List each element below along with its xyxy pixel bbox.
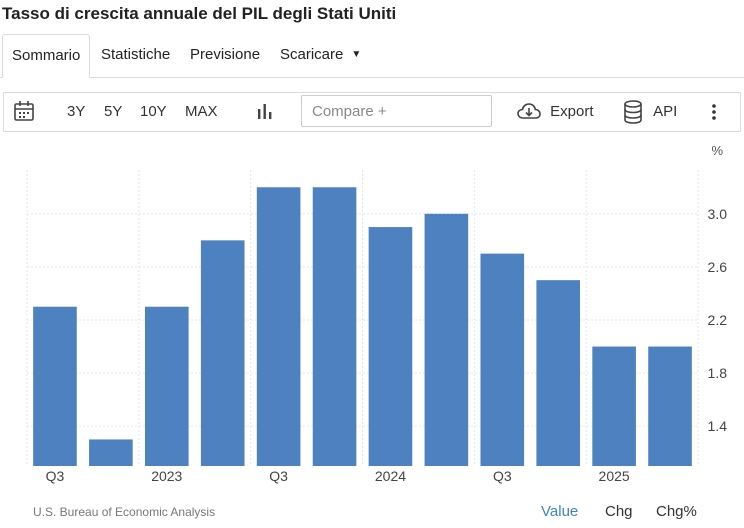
bar[interactable]	[33, 306, 77, 466]
x-tick-label: Q3	[493, 468, 512, 484]
bar[interactable]	[89, 439, 133, 466]
tab-label: Scaricare	[280, 46, 344, 63]
bar-chart-icon[interactable]	[256, 93, 274, 131]
x-tick-label: 2025	[599, 468, 630, 484]
y-tick-label: 2.6	[708, 259, 728, 275]
source-label: U.S. Bureau of Economic Analysis	[33, 505, 216, 519]
value-toggle[interactable]: Value	[541, 503, 578, 520]
bar[interactable]	[480, 253, 525, 466]
chart-toolbar: 3Y 5Y 10Y MAX Export API	[3, 92, 741, 132]
bar[interactable]	[144, 306, 189, 466]
bar[interactable]	[592, 346, 636, 466]
y-tick-label: 1.4	[708, 418, 728, 434]
x-tick-label: Q3	[46, 468, 65, 484]
bar-chart: 1.4 1.8 2.2 2.6 3.0 Q3 2023 Q3 2024 Q3 2025 %	[26, 143, 728, 484]
calendar-icon[interactable]	[14, 93, 36, 131]
y-tick-label: 1.8	[708, 365, 728, 381]
x-axis-ticks: Q3 2023 Q3 2024 Q3 2025	[46, 468, 630, 484]
tab-label: Sommario	[12, 47, 81, 64]
x-tick-label: 2024	[375, 468, 406, 484]
tab-bar: Sommario Statistiche Previsione Scaricar…	[0, 34, 744, 78]
y-tick-label: 3.0	[708, 206, 728, 222]
chg-toggle[interactable]: Chg	[605, 503, 633, 520]
tab-previsione[interactable]: Previsione	[190, 34, 260, 78]
database-icon	[624, 100, 642, 124]
x-tick-label: 2023	[151, 468, 182, 484]
tab-sommario[interactable]: Sommario	[2, 34, 91, 78]
y-axis-ticks: 1.4 1.8 2.2 2.6 3.0	[708, 206, 728, 434]
bar[interactable]	[648, 346, 692, 466]
y-tick-label: 2.2	[708, 312, 728, 328]
range-max-button[interactable]: MAX	[185, 93, 218, 131]
bar[interactable]	[536, 280, 581, 466]
export-label: Export	[550, 103, 594, 120]
caret-down-icon: ▼	[351, 49, 362, 61]
bar[interactable]	[368, 227, 413, 466]
tab-label: Statistiche	[101, 46, 171, 63]
tab-label: Previsione	[190, 46, 261, 63]
chart-area: 1.4 1.8 2.2 2.6 3.0 Q3 2023 Q3 2024 Q3 2025 %	[0, 132, 744, 490]
more-vertical-icon[interactable]	[710, 93, 718, 131]
bar[interactable]	[312, 187, 357, 466]
bar[interactable]	[256, 187, 301, 466]
api-button[interactable]: API	[623, 93, 677, 131]
y-unit-label: %	[711, 143, 723, 158]
range-3y-button[interactable]: 3Y	[67, 93, 85, 131]
cloud-download-icon	[517, 103, 541, 119]
tab-scaricare[interactable]: Scaricare ▼	[280, 34, 361, 78]
range-10y-button[interactable]: 10Y	[140, 93, 167, 131]
chg-percent-toggle[interactable]: Chg%	[656, 503, 697, 520]
page-title: Tasso di crescita annuale del PIL degli …	[2, 4, 397, 23]
bar[interactable]	[200, 240, 245, 466]
tab-statistiche[interactable]: Statistiche	[101, 34, 170, 78]
api-label: API	[653, 103, 678, 120]
x-tick-label: Q3	[269, 468, 288, 484]
compare-input[interactable]	[301, 95, 492, 127]
export-button[interactable]: Export	[516, 93, 594, 131]
bar[interactable]	[424, 213, 469, 466]
range-5y-button[interactable]: 5Y	[104, 93, 122, 131]
